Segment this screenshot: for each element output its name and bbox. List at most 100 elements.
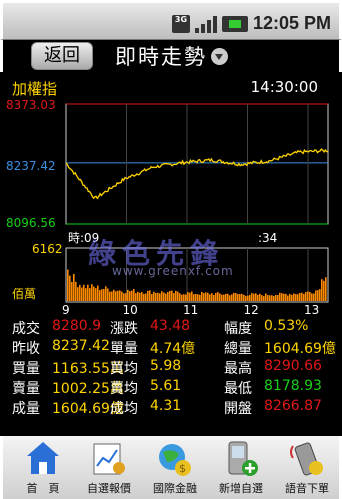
nav-item-add-phone[interactable]: 新增自選 bbox=[209, 436, 273, 499]
quote-value: 0.53% bbox=[264, 318, 309, 334]
dropdown-arrow-icon[interactable] bbox=[211, 48, 228, 65]
volume-bar bbox=[241, 293, 243, 301]
quote-label: 最低 bbox=[224, 381, 252, 397]
volume-bar bbox=[199, 294, 201, 301]
quote-label: 漲跌 bbox=[110, 321, 138, 337]
x-axis-ticks: 9 10 11 12 13 bbox=[62, 303, 319, 317]
nav-item-voice-order[interactable]: 語音下單 bbox=[275, 436, 339, 499]
quote-label: 最高 bbox=[224, 361, 252, 377]
volume-bar bbox=[267, 295, 269, 301]
volume-bar bbox=[149, 290, 151, 301]
nav-item-globe-money[interactable]: $ 國際金融 bbox=[143, 436, 207, 499]
volume-bar bbox=[237, 293, 239, 301]
volume-bar bbox=[203, 293, 205, 301]
volume-bar bbox=[99, 290, 101, 301]
quote-value: 1604.69億 bbox=[264, 341, 336, 357]
volume-bar bbox=[313, 293, 315, 301]
volume-bar bbox=[191, 291, 193, 301]
status-time: 12:05 PM bbox=[252, 13, 331, 33]
volume-unit-label: 佰萬 bbox=[12, 287, 36, 301]
volume-bar bbox=[89, 288, 91, 301]
volume-bar bbox=[169, 290, 171, 301]
volume-bar bbox=[179, 293, 181, 301]
volume-bar bbox=[101, 289, 103, 301]
intraday-chart[interactable]: 8373.03 8237.42 8096.56 時:09 :34 6162 佰萬… bbox=[0, 96, 342, 317]
volume-bar bbox=[131, 290, 133, 301]
volume-bar bbox=[253, 293, 255, 301]
volume-bar bbox=[209, 294, 211, 301]
title-bar: 返回 即時走勢 bbox=[0, 40, 342, 72]
quote-label: 買均 bbox=[110, 361, 138, 377]
volume-bar bbox=[147, 290, 149, 301]
volume-bar bbox=[217, 292, 219, 301]
volume-bar bbox=[175, 290, 177, 301]
quote-label: 昨收 bbox=[12, 341, 40, 357]
volume-bar bbox=[201, 291, 203, 301]
back-button[interactable]: 返回 bbox=[31, 42, 93, 70]
index-time: 14:30:00 bbox=[250, 78, 318, 96]
volume-bar bbox=[85, 288, 87, 301]
volume-bar bbox=[139, 292, 141, 301]
volume-bar bbox=[93, 286, 95, 301]
volume-bar bbox=[281, 293, 283, 301]
quote-label: 賣均 bbox=[110, 381, 138, 397]
quote-value: 8280.9 bbox=[52, 318, 101, 334]
volume-bar bbox=[165, 293, 167, 301]
volume-bar bbox=[285, 293, 287, 301]
volume-bar bbox=[87, 284, 89, 301]
page-title[interactable]: 即時走勢 bbox=[115, 41, 207, 71]
volume-bar bbox=[97, 285, 99, 301]
volume-bar bbox=[287, 295, 289, 301]
volume-bar bbox=[245, 295, 247, 301]
volume-bar bbox=[121, 291, 123, 301]
volume-bar bbox=[157, 292, 159, 301]
volume-bar bbox=[109, 291, 111, 301]
volume-bar bbox=[185, 294, 187, 301]
volume-bar bbox=[247, 295, 249, 301]
quote-label: 開盤 bbox=[224, 401, 252, 417]
volume-bar bbox=[303, 293, 305, 301]
volume-bar bbox=[111, 291, 113, 301]
volume-bar bbox=[181, 294, 183, 301]
volume-bar bbox=[315, 290, 317, 301]
volume-bar bbox=[219, 293, 221, 301]
volume-bar bbox=[177, 291, 179, 301]
quote-label: 成交 bbox=[12, 321, 40, 337]
quote-label: 總量 bbox=[224, 341, 252, 357]
volume-bar bbox=[129, 291, 131, 301]
quote-value: 5.61 bbox=[150, 378, 182, 394]
y-tick-low: 8096.56 bbox=[6, 216, 56, 230]
volume-bar bbox=[79, 284, 81, 301]
volume-bar bbox=[243, 294, 245, 301]
volume-bar bbox=[197, 294, 199, 301]
volume-bar bbox=[325, 277, 327, 301]
nav-item-watchlist-chart[interactable]: 自選報價 bbox=[77, 436, 141, 499]
volume-bar bbox=[231, 294, 233, 301]
watchlist-chart-icon bbox=[91, 440, 127, 478]
volume-bar bbox=[195, 294, 197, 301]
volume-bar bbox=[141, 292, 143, 301]
volume-bar bbox=[255, 293, 257, 301]
quote-value: 4.74億 bbox=[150, 341, 196, 357]
quote-value: 4.31 bbox=[150, 398, 182, 414]
quote-value: 43.48 bbox=[150, 318, 191, 334]
volume-bar bbox=[73, 273, 75, 301]
volume-bar bbox=[77, 287, 79, 301]
volume-bar bbox=[301, 292, 303, 301]
volume-bar bbox=[133, 289, 135, 301]
x-tick-label: 11 bbox=[183, 303, 198, 316]
volume-bar bbox=[173, 293, 175, 301]
volume-bar bbox=[119, 290, 121, 301]
volume-bar bbox=[293, 293, 295, 301]
volume-bar bbox=[91, 284, 93, 301]
quote-value: 8178.93 bbox=[264, 378, 322, 394]
volume-bar bbox=[297, 294, 299, 301]
quote-label: 幅度 bbox=[224, 321, 252, 337]
volume-bar bbox=[317, 290, 319, 301]
quote-value: 5.98 bbox=[150, 358, 182, 374]
volume-bar bbox=[187, 292, 189, 301]
volume-bar bbox=[273, 296, 275, 301]
nav-item-home[interactable]: 首 頁 bbox=[11, 436, 75, 499]
volume-bar bbox=[113, 289, 115, 301]
volume-bar bbox=[279, 292, 281, 301]
